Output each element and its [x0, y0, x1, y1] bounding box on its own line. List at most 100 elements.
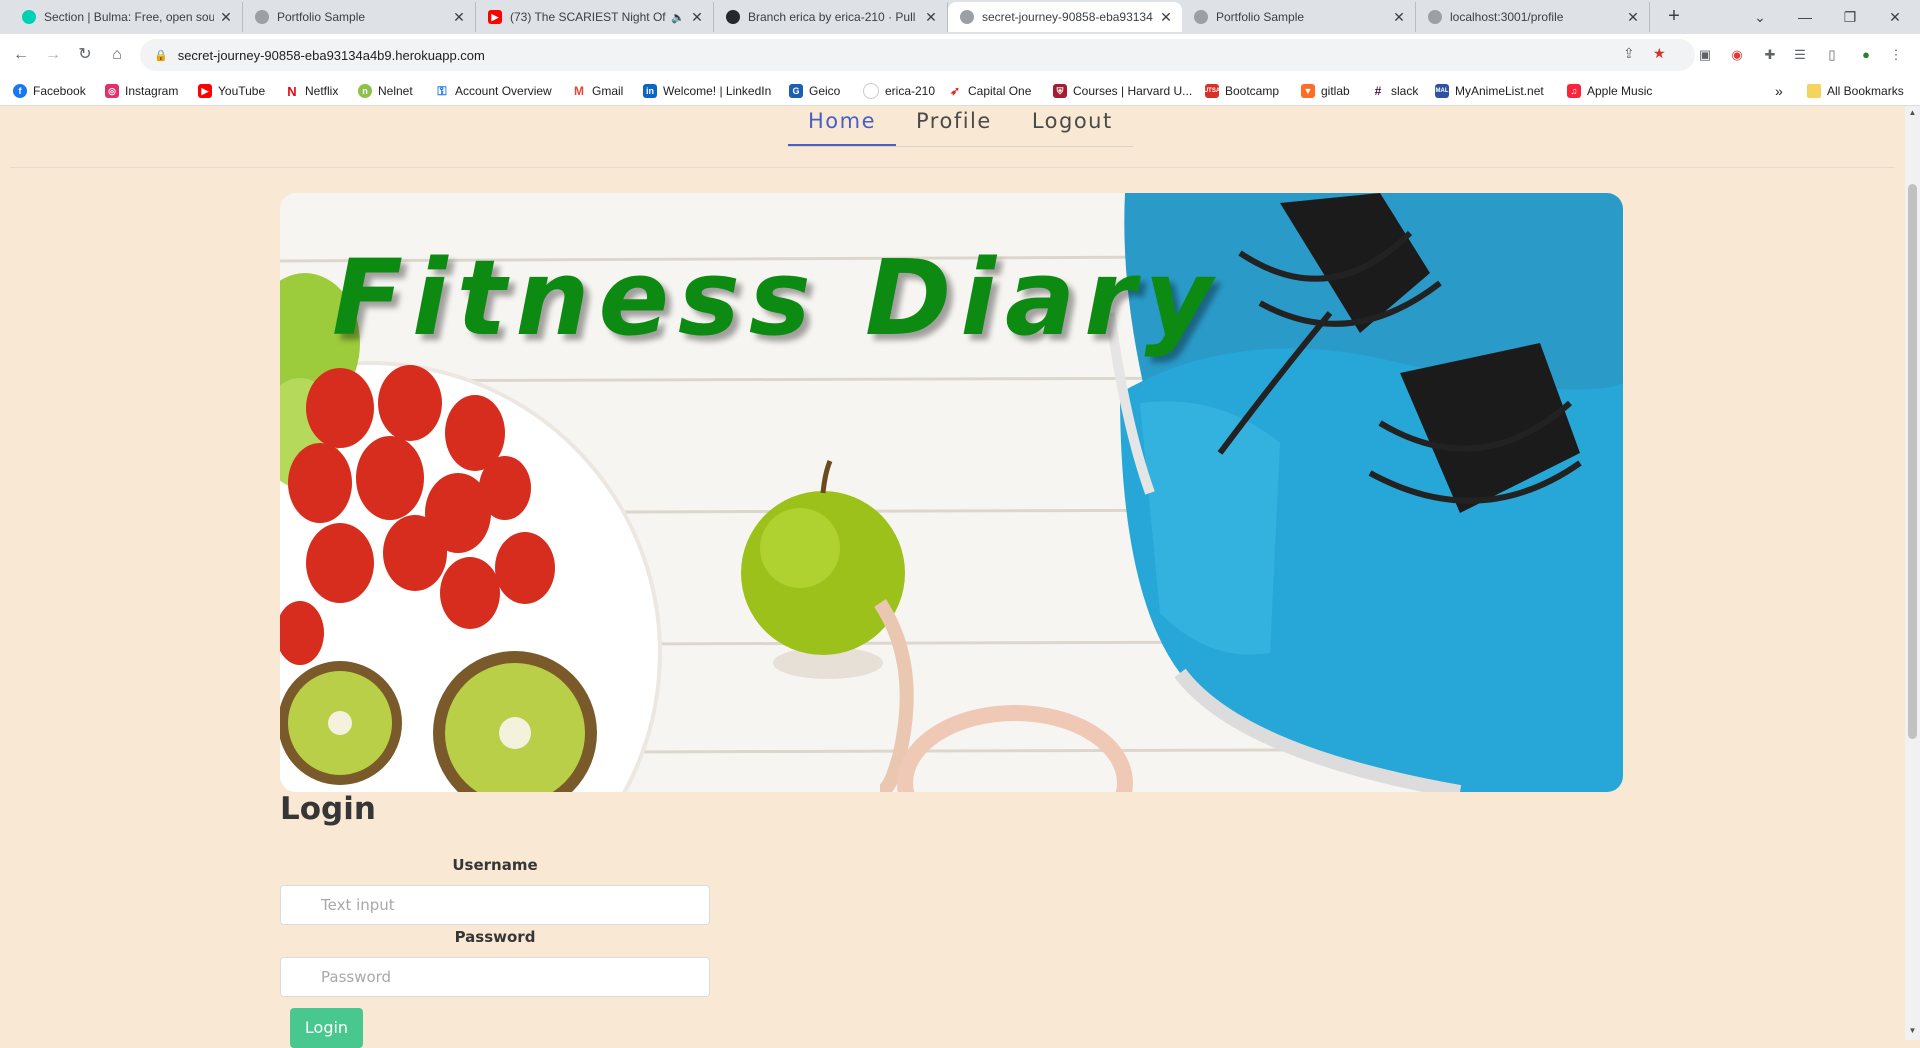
all-bookmarks-label: All Bookmarks	[1827, 84, 1904, 98]
globe-icon	[1194, 10, 1208, 24]
scroll-up-arrow[interactable]: ▲	[1908, 108, 1917, 117]
close-icon[interactable]: ✕	[218, 9, 234, 26]
bookmark-label: Gmail	[592, 84, 624, 98]
bookmark-nelnet[interactable]: n Nelnet	[358, 82, 413, 100]
bulma-icon	[22, 10, 36, 24]
close-icon[interactable]: ✕	[1158, 9, 1174, 26]
harvard-icon: ⛨	[1053, 84, 1067, 98]
close-icon[interactable]: ✕	[689, 9, 705, 26]
site-nav: Home Profile Logout	[788, 106, 1133, 147]
bookmarks-overflow-icon[interactable]: »	[1775, 82, 1783, 100]
menu-icon[interactable]: ⋮	[1886, 45, 1906, 65]
bookmark-youtube[interactable]: ▶ YouTube	[198, 82, 265, 100]
globe-icon	[1428, 10, 1442, 24]
tab-title: (73) The SCARIEST Night Of	[510, 10, 666, 24]
restore-button[interactable]: ❐	[1830, 4, 1870, 30]
tab-5[interactable]: Portfolio Sample ✕	[1182, 2, 1416, 32]
extension-icon[interactable]: ▣	[1695, 45, 1715, 65]
bookmark-label: Facebook	[33, 84, 86, 98]
bookmark-label: Bootcamp	[1225, 84, 1280, 98]
bookmark-label: Courses | Harvard U...	[1073, 84, 1193, 98]
youtube-icon: ▶	[488, 10, 502, 24]
close-icon[interactable]: ✕	[923, 9, 939, 26]
tab-2[interactable]: ▶ (73) The SCARIEST Night Of 🔈 ✕	[476, 2, 714, 32]
close-icon[interactable]: ✕	[451, 9, 467, 26]
bookmark-myanimelist[interactable]: MAL MyAnimeList.net	[1435, 82, 1544, 100]
bookmark-linkedin[interactable]: in Welcome! | LinkedIn	[643, 82, 771, 100]
url-text[interactable]: secret-journey-90858-eba93134a4b9.heroku…	[178, 48, 485, 63]
tab-strip: Section | Bulma: Free, open sou ✕ Portfo…	[0, 0, 1920, 34]
nav-logout-link[interactable]: Logout	[1012, 106, 1133, 144]
forward-button[interactable]: →	[41, 43, 65, 67]
bookmark-capital-one[interactable]: ➶ Capital One	[948, 82, 1031, 100]
bookmark-gitlab[interactable]: ▼ gitlab	[1301, 82, 1350, 100]
tab-title: Branch erica by erica-210 · Pull	[748, 10, 916, 24]
home-button[interactable]: ⌂	[105, 43, 129, 67]
linkedin-icon: in	[643, 84, 657, 98]
tab-title: Portfolio Sample	[277, 10, 366, 24]
bookmark-apple-music[interactable]: ♫ Apple Music	[1567, 82, 1652, 100]
password-input[interactable]	[280, 957, 710, 997]
bookmark-label: Nelnet	[378, 84, 413, 98]
close-icon[interactable]: ✕	[1625, 9, 1641, 26]
speaker-icon[interactable]: 🔈	[671, 11, 685, 24]
bookmark-geico[interactable]: G Geico	[789, 82, 840, 100]
scroll-down-arrow[interactable]: ▼	[1908, 1026, 1917, 1035]
apple-music-icon: ♫	[1567, 84, 1581, 98]
login-button[interactable]: Login	[290, 1008, 363, 1048]
username-input[interactable]	[280, 885, 710, 925]
bookmark-gmail[interactable]: M Gmail	[572, 82, 623, 100]
profile-avatar-icon[interactable]: ●	[1856, 45, 1876, 65]
bookmark-account-overview[interactable]: ⚿ Account Overview	[435, 82, 552, 100]
extension-icon[interactable]: ◉	[1727, 45, 1747, 65]
close-icon[interactable]: ✕	[1391, 9, 1407, 26]
tab-0[interactable]: Section | Bulma: Free, open sou ✕	[10, 2, 243, 32]
lock-icon[interactable]: 🔒	[154, 49, 168, 62]
tab-search-icon[interactable]: ⌄	[1740, 4, 1780, 30]
tab-title: localhost:3001/profile	[1450, 10, 1564, 24]
reading-list-icon[interactable]: ☰	[1790, 45, 1810, 65]
bookmark-harvard[interactable]: ⛨ Courses | Harvard U...	[1053, 82, 1192, 100]
address-bar[interactable]: 🔒 secret-journey-90858-eba93134a4b9.hero…	[140, 39, 1695, 71]
bookmark-facebook[interactable]: f Facebook	[13, 82, 86, 100]
nelnet-icon: n	[358, 84, 372, 98]
capitalone-icon: ➶	[948, 84, 962, 98]
all-bookmarks-folder[interactable]: All Bookmarks	[1807, 82, 1904, 100]
bookmark-bootcamp[interactable]: UTSA Bootcamp	[1204, 82, 1280, 100]
bookmark-label: Welcome! | LinkedIn	[663, 84, 772, 98]
username-label: Username	[452, 856, 538, 874]
nav-profile-link[interactable]: Profile	[896, 106, 1012, 144]
bookmark-label: Geico	[809, 84, 841, 98]
bookmark-label: Capital One	[968, 84, 1032, 98]
new-tab-button[interactable]: +	[1662, 5, 1686, 29]
bookmark-star-icon[interactable]: ★	[1653, 45, 1666, 62]
back-button[interactable]: ←	[9, 43, 33, 67]
bootcamp-icon: UTSA	[1204, 84, 1220, 98]
bookmark-instagram[interactable]: ◎ Instagram	[105, 82, 178, 100]
bookmark-label: slack	[1391, 84, 1419, 98]
bookmark-label: YouTube	[218, 84, 266, 98]
tab-6[interactable]: localhost:3001/profile ✕	[1416, 2, 1650, 32]
minimize-button[interactable]: —	[1785, 4, 1825, 30]
netflix-icon: N	[285, 84, 299, 99]
scrollbar-thumb[interactable]	[1908, 184, 1917, 739]
tab-3[interactable]: Branch erica by erica-210 · Pull ✕	[714, 2, 948, 32]
facebook-icon: f	[13, 84, 27, 98]
bookmark-label: Netflix	[305, 84, 339, 98]
tab-4[interactable]: secret-journey-90858-eba93134 ✕	[948, 2, 1182, 32]
extensions-puzzle-icon[interactable]: ✚	[1760, 45, 1780, 65]
github-icon	[726, 10, 740, 24]
close-window-button[interactable]: ✕	[1875, 4, 1915, 30]
instagram-icon: ◎	[105, 84, 119, 98]
nav-home-link[interactable]: Home	[788, 106, 897, 146]
side-panel-icon[interactable]: ▯	[1822, 45, 1842, 65]
password-label: Password	[454, 928, 536, 946]
tab-1[interactable]: Portfolio Sample ✕	[243, 2, 476, 32]
bookmark-label: erica-210	[885, 84, 936, 98]
bookmark-erica-210[interactable]: erica-210	[863, 82, 935, 100]
reload-button[interactable]: ↻	[73, 43, 97, 67]
share-icon[interactable]: ⇪	[1623, 45, 1635, 62]
bookmark-slack[interactable]: # slack	[1371, 82, 1418, 100]
page-scrollbar[interactable]: ▲ ▼	[1905, 106, 1920, 1040]
bookmark-netflix[interactable]: N Netflix	[285, 82, 338, 100]
